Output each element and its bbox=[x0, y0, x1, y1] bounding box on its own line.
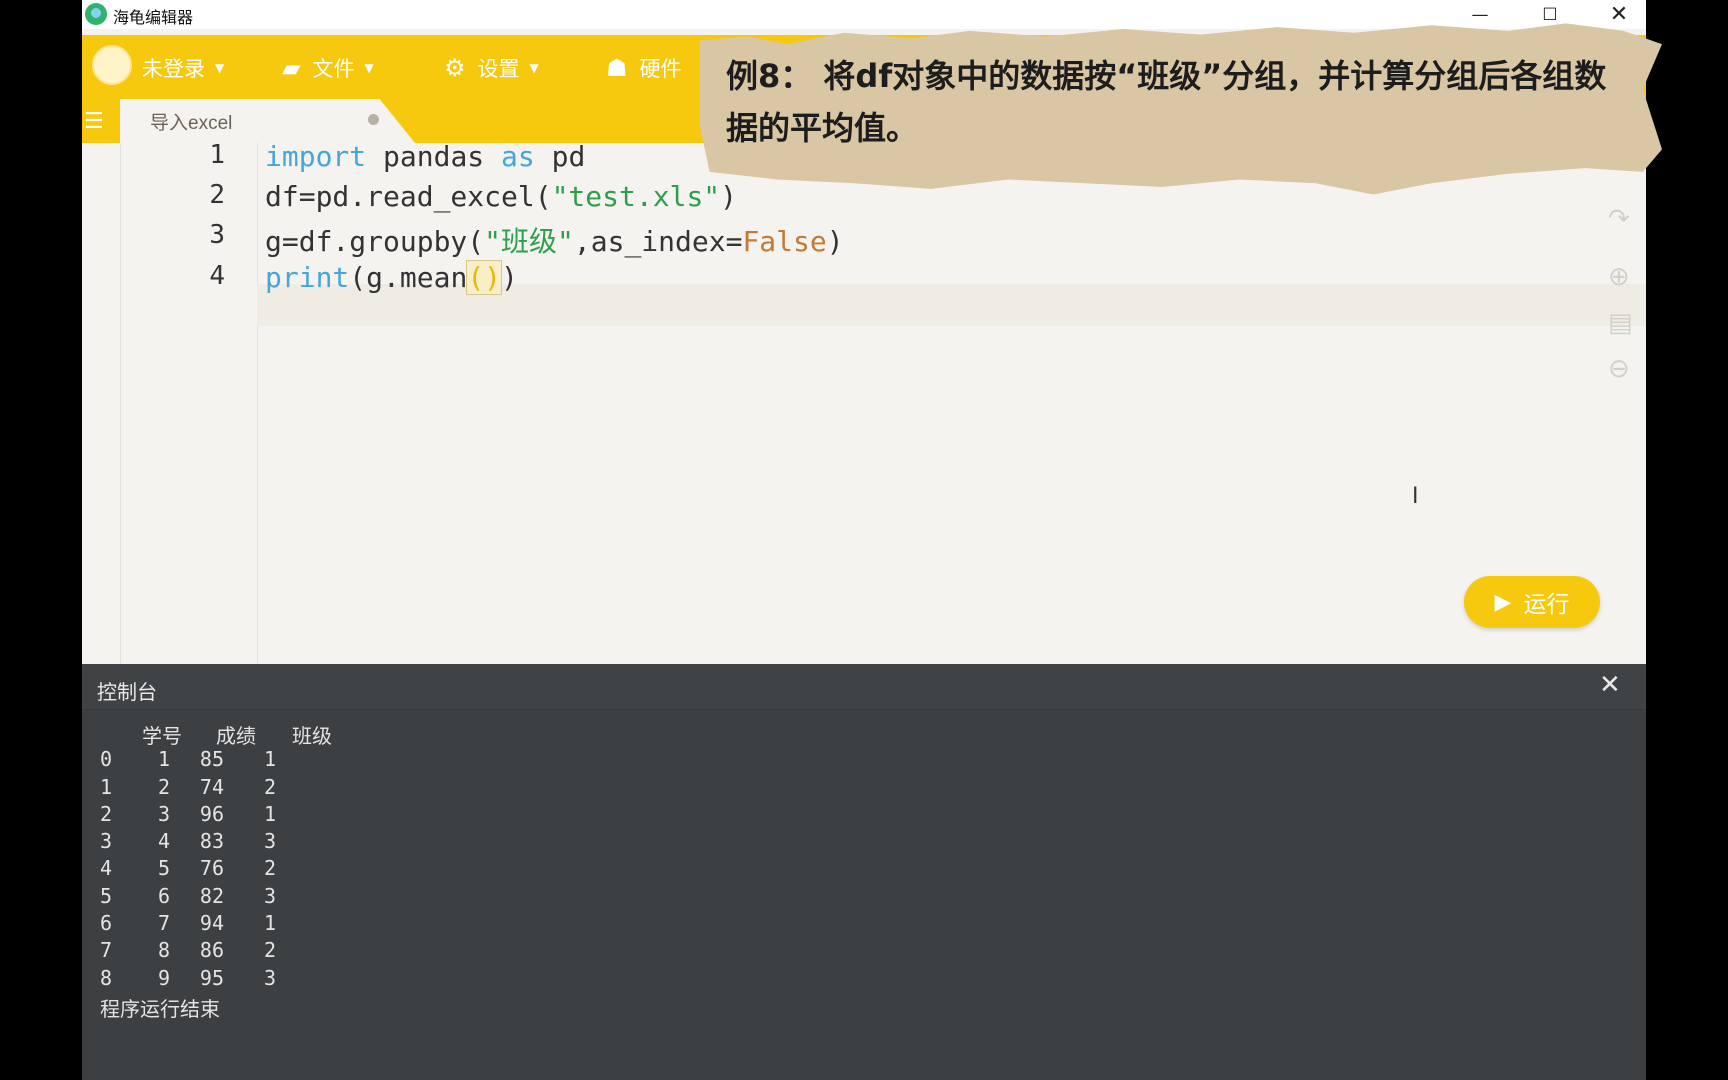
console-title: 控制台 bbox=[97, 680, 157, 704]
sidebar-toggle-icon[interactable]: ☰ bbox=[84, 109, 104, 134]
output-cell: 8 bbox=[100, 965, 113, 990]
avatar[interactable] bbox=[92, 45, 132, 85]
settings-menu[interactable]: ⚙ 设置 ▼ bbox=[444, 53, 539, 83]
output-cell: 7 bbox=[157, 911, 170, 936]
console-output: 学号 成绩 班级 0 1 85 1 1 2 74 2 2 3 96 1 3 4 83 3 4 5 76 2 5 6 82 3 6… bbox=[100, 720, 352, 1021]
output-cell: 4 bbox=[157, 829, 170, 854]
line-number: 2 bbox=[209, 180, 225, 210]
output-cell: 85 bbox=[199, 747, 224, 772]
output-cell: 3 bbox=[263, 829, 276, 854]
run-button[interactable]: ▶ 运行 bbox=[1464, 576, 1600, 628]
output-cell: 5 bbox=[157, 856, 170, 881]
window-title: 海龟编辑器 bbox=[113, 8, 194, 27]
lesson-note-text: 例8： 将df对象中的数据按“班级”分组，并计算分组后各组数据的平均值。 bbox=[726, 57, 1607, 147]
output-cell: 94 bbox=[199, 911, 224, 936]
redo-icon[interactable]: ↷ bbox=[1608, 204, 1630, 234]
output-cell: 95 bbox=[199, 965, 224, 990]
output-cell: 83 bbox=[199, 829, 224, 854]
output-cell: 76 bbox=[199, 856, 224, 881]
tab-label: 导入excel bbox=[150, 113, 233, 134]
zoom-out-icon[interactable]: ⊖ bbox=[1608, 354, 1630, 384]
column-header: 班级 bbox=[292, 724, 332, 748]
output-cell: 6 bbox=[157, 883, 170, 908]
output-row: 5 6 82 3 bbox=[100, 884, 352, 911]
output-header-row: 学号 成绩 班级 bbox=[100, 720, 352, 748]
text-cursor-icon: I bbox=[1412, 484, 1419, 509]
run-label: 运行 bbox=[1523, 592, 1570, 618]
hardware-icon: ☗ bbox=[606, 54, 628, 82]
output-cell: 96 bbox=[199, 801, 224, 826]
output-cell: 3 bbox=[100, 829, 113, 854]
zoom-in-icon[interactable]: ⊕ bbox=[1608, 262, 1630, 292]
output-cell: 3 bbox=[157, 801, 170, 826]
output-cell: 2 bbox=[263, 774, 276, 799]
minimize-button[interactable]: — bbox=[1450, 0, 1510, 29]
hardware-menu[interactable]: ☗ 硬件 bbox=[606, 53, 682, 83]
close-console-icon[interactable]: ✕ bbox=[1599, 670, 1621, 700]
output-row: 3 4 83 3 bbox=[100, 829, 352, 856]
output-cell: 7 bbox=[100, 938, 113, 963]
file-menu[interactable]: ▰ 文件 ▼ bbox=[282, 53, 374, 83]
output-cell: 1 bbox=[157, 747, 170, 772]
output-cell: 1 bbox=[263, 747, 276, 772]
code-line: df=pd.read_excel("test.xls") bbox=[265, 180, 738, 213]
reset-zoom-icon[interactable]: ▤ bbox=[1608, 308, 1633, 338]
login-menu[interactable]: 未登录 ▼ bbox=[142, 53, 224, 83]
output-cell: 1 bbox=[263, 911, 276, 936]
chevron-down-icon: ▼ bbox=[529, 61, 539, 75]
output-rows: 0 1 85 1 1 2 74 2 2 3 96 1 3 4 83 3 4 5 76 2 5 6 82 3 6 7 94 1 7 8 86 2… bbox=[100, 747, 352, 993]
output-cell: 4 bbox=[100, 856, 113, 881]
output-cell: 3 bbox=[263, 883, 276, 908]
line-number-gutter: 1 2 3 4 bbox=[120, 140, 258, 664]
output-cell: 82 bbox=[199, 883, 224, 908]
output-cell: 74 bbox=[199, 774, 224, 799]
close-window-button[interactable]: ✕ bbox=[1589, 0, 1646, 29]
code-line: print(g.mean()) bbox=[265, 260, 518, 295]
line-number: 3 bbox=[209, 220, 225, 250]
turtle-app-icon bbox=[85, 3, 107, 25]
output-cell: 2 bbox=[263, 938, 276, 963]
settings-label: 设置 bbox=[477, 57, 520, 81]
chevron-down-icon: ▼ bbox=[364, 61, 374, 75]
output-cell: 2 bbox=[157, 774, 170, 799]
output-cell: 6 bbox=[100, 911, 113, 936]
end-message: 程序运行结束 bbox=[100, 996, 220, 1021]
output-row: 2 3 96 1 bbox=[100, 802, 352, 829]
console-header: 控制台 ✕ bbox=[82, 664, 1646, 710]
code-line: g=df.groupby("班级",as_index=False) bbox=[265, 225, 844, 258]
output-row: 0 1 85 1 bbox=[100, 747, 352, 774]
console-panel: 控制台 ✕ 学号 成绩 班级 0 1 85 1 1 2 74 2 2 3 96 1 3 4 83 3 4 5 76 2… bbox=[82, 664, 1646, 1080]
output-cell: 3 bbox=[263, 965, 276, 990]
output-cell: 8 bbox=[157, 938, 170, 963]
output-cell: 0 bbox=[100, 747, 113, 772]
unsaved-dot-icon bbox=[368, 114, 379, 125]
chevron-down-icon: ▼ bbox=[215, 61, 225, 75]
output-row: 6 7 94 1 bbox=[100, 911, 352, 938]
hardware-label: 硬件 bbox=[639, 57, 682, 81]
output-row: 1 2 74 2 bbox=[100, 775, 352, 802]
output-cell: 5 bbox=[100, 883, 113, 908]
output-cell: 1 bbox=[100, 774, 113, 799]
line-number: 4 bbox=[209, 261, 225, 291]
column-header: 学号 bbox=[142, 724, 182, 748]
code-line: import pandas as pd bbox=[265, 140, 586, 173]
output-cell: 9 bbox=[157, 965, 170, 990]
output-row: 4 5 76 2 bbox=[100, 856, 352, 883]
title-bar: 海龟编辑器 — ☐ ✕ bbox=[82, 0, 1646, 29]
folder-icon: ▰ bbox=[282, 54, 301, 82]
login-label: 未登录 bbox=[142, 57, 205, 81]
gear-icon: ⚙ bbox=[444, 54, 466, 82]
output-cell: 86 bbox=[199, 938, 224, 963]
output-row: 7 8 86 2 bbox=[100, 938, 352, 965]
column-header: 成绩 bbox=[216, 724, 256, 748]
line-number: 1 bbox=[209, 140, 225, 170]
play-icon: ▶ bbox=[1494, 589, 1512, 615]
output-row: 8 9 95 3 bbox=[100, 966, 352, 993]
output-cell: 1 bbox=[263, 801, 276, 826]
output-cell: 2 bbox=[263, 856, 276, 881]
code-editor[interactable]: import pandas as pd df=pd.read_excel("te… bbox=[257, 140, 1646, 664]
output-cell: 2 bbox=[100, 801, 113, 826]
file-label: 文件 bbox=[312, 57, 355, 81]
